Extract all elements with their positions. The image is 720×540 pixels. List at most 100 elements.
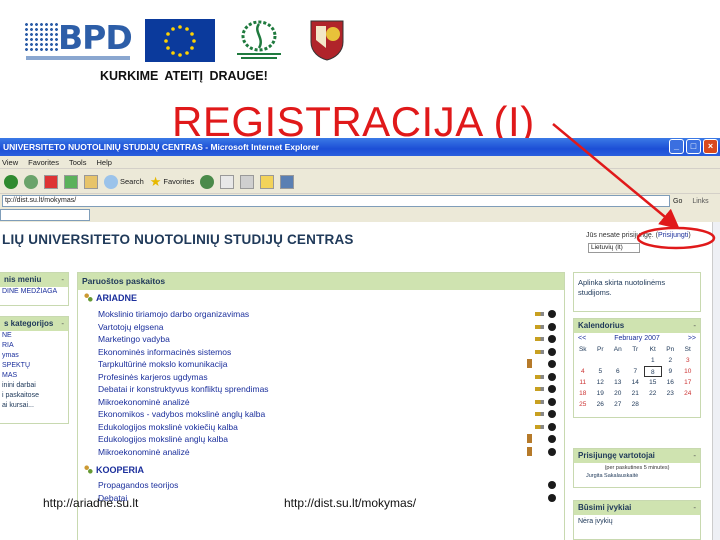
info-icon[interactable] [548, 347, 556, 356]
calendar-day[interactable]: 17 [679, 377, 697, 388]
course-link[interactable]: Edukologijos mokslinė vokiečių kalba [98, 421, 558, 433]
calendar-day[interactable]: 6 [609, 366, 627, 377]
collapse-icon[interactable]: - [693, 501, 696, 515]
print-button[interactable] [240, 173, 255, 191]
course-link[interactable]: Edukologijos mokslinė anglų kalba [98, 433, 558, 445]
calendar-day[interactable]: 18 [574, 388, 592, 399]
address-input[interactable]: tp://dist.su.lt/mokymas/ [2, 195, 670, 207]
calendar-day[interactable]: 27 [609, 399, 627, 410]
info-icon[interactable] [548, 335, 556, 343]
info-icon[interactable] [548, 481, 556, 489]
calendar-day[interactable]: 3 [679, 355, 697, 366]
close-icon[interactable]: × [703, 139, 718, 154]
calendar-day[interactable]: 22 [644, 388, 662, 399]
calendar-day[interactable]: 15 [644, 377, 662, 388]
calendar-day[interactable]: 24 [679, 388, 697, 399]
link-toolbar-field[interactable] [0, 209, 90, 221]
info-icon[interactable] [548, 397, 556, 406]
go-button[interactable]: Go [673, 198, 682, 205]
calendar-day[interactable]: 23 [662, 388, 680, 399]
next-month-button[interactable]: >> [688, 335, 696, 342]
course-link[interactable]: Vartotojų elgsena [98, 321, 558, 333]
course-link[interactable]: Propagandos teorijos [98, 479, 558, 491]
course-link[interactable]: Mikroekonominė analizė [98, 446, 558, 458]
calendar-day[interactable]: 8 [644, 366, 662, 377]
category-item[interactable]: RIA [0, 341, 68, 351]
category-item[interactable]: SPEKTŲ [0, 361, 68, 371]
info-icon[interactable] [548, 435, 556, 443]
calendar-day[interactable]: 28 [627, 399, 645, 410]
calendar-day[interactable]: 26 [592, 399, 610, 410]
course-link[interactable]: Ekonomikos - vadybos mokslinė anglų kalb… [98, 408, 558, 420]
menu-view[interactable]: View [2, 156, 18, 168]
category-item[interactable]: NE [0, 331, 68, 341]
calendar-day[interactable]: 16 [662, 377, 680, 388]
login-link[interactable]: Prisijungti [658, 232, 688, 239]
folder-button[interactable] [260, 173, 275, 191]
calendar-day[interactable]: 21 [627, 388, 645, 399]
calendar-day[interactable]: 12 [592, 377, 610, 388]
forward-button[interactable] [24, 173, 38, 191]
history-button[interactable] [200, 173, 215, 191]
refresh-button[interactable] [64, 173, 78, 191]
course-link[interactable]: Ekonominės informacinės sistemos [98, 346, 558, 358]
collapse-icon[interactable]: - [61, 273, 64, 287]
menu-favorites[interactable]: Favorites [28, 156, 59, 168]
collapse-icon[interactable]: - [693, 319, 696, 333]
info-icon[interactable] [548, 385, 556, 393]
category-item[interactable]: ai kursai... [0, 401, 68, 411]
vertical-scrollbar[interactable] [712, 222, 720, 540]
calendar-day[interactable]: 4 [574, 366, 592, 377]
category-item[interactable]: MAS [0, 371, 68, 381]
info-icon[interactable] [548, 410, 556, 418]
language-select[interactable]: Lietuvių (lt) [588, 243, 640, 253]
course-link[interactable]: Marketingo vadyba [98, 333, 558, 345]
calendar-day[interactable]: 19 [592, 388, 610, 399]
mail-button[interactable] [220, 173, 235, 191]
course-link[interactable]: Mokslinio tiriamojo darbo organizavimas [98, 308, 558, 320]
category-kooperia[interactable]: KOOPERIA [84, 465, 144, 475]
calendar-day[interactable]: 10 [679, 366, 697, 377]
calendar-day[interactable]: 13 [609, 377, 627, 388]
month-label[interactable]: February 2007 [614, 335, 660, 342]
info-icon[interactable] [548, 310, 556, 318]
category-ariadne[interactable]: ARIADNE [84, 293, 137, 303]
course-link[interactable]: Mikroekonominė analizė [98, 396, 558, 408]
main-menu-item[interactable]: DINĖ MEDŽIAGA [0, 287, 68, 297]
calendar-day[interactable]: 1 [644, 355, 662, 366]
category-item[interactable]: ymas [0, 351, 68, 361]
prev-month-button[interactable]: << [578, 335, 586, 342]
calendar-day[interactable]: 9 [662, 366, 680, 377]
info-icon[interactable] [548, 422, 556, 431]
links-label[interactable]: Links [692, 198, 708, 205]
course-link[interactable]: Debatai ir konstruktyvus konfliktų spren… [98, 383, 558, 395]
category-item[interactable]: i paskaitose [0, 391, 68, 401]
calendar-day[interactable]: 2 [662, 355, 680, 366]
info-icon[interactable] [548, 493, 556, 502]
info-icon[interactable] [548, 322, 556, 331]
category-item[interactable]: inini darbai [0, 381, 68, 391]
maximize-icon[interactable]: □ [686, 139, 701, 154]
search-button[interactable]: Search [104, 173, 144, 191]
menu-help[interactable]: Help [96, 156, 111, 168]
info-icon[interactable] [548, 372, 556, 381]
calendar-day[interactable]: 25 [574, 399, 592, 410]
calendar-day[interactable]: 14 [627, 377, 645, 388]
stop-button[interactable] [44, 173, 58, 191]
favorites-button[interactable]: ★ Favorites [150, 173, 195, 191]
course-link[interactable]: Tarpkultūrinė mokslo komunikacija [98, 358, 558, 370]
minimize-icon[interactable]: _ [669, 139, 684, 154]
back-button[interactable] [4, 173, 18, 191]
tools-button[interactable] [280, 173, 295, 191]
info-icon[interactable] [548, 360, 556, 368]
calendar-day[interactable]: 11 [574, 377, 592, 388]
collapse-icon[interactable]: - [61, 317, 64, 331]
info-icon[interactable] [548, 447, 556, 456]
home-button[interactable] [84, 173, 98, 191]
collapse-icon[interactable]: - [693, 449, 696, 463]
course-link[interactable]: Profesinės karjeros ugdymas [98, 371, 558, 383]
calendar-day[interactable]: 5 [592, 366, 610, 377]
calendar-day[interactable]: 20 [609, 388, 627, 399]
calendar-day[interactable]: 7 [627, 366, 645, 377]
menu-tools[interactable]: Tools [69, 156, 87, 168]
